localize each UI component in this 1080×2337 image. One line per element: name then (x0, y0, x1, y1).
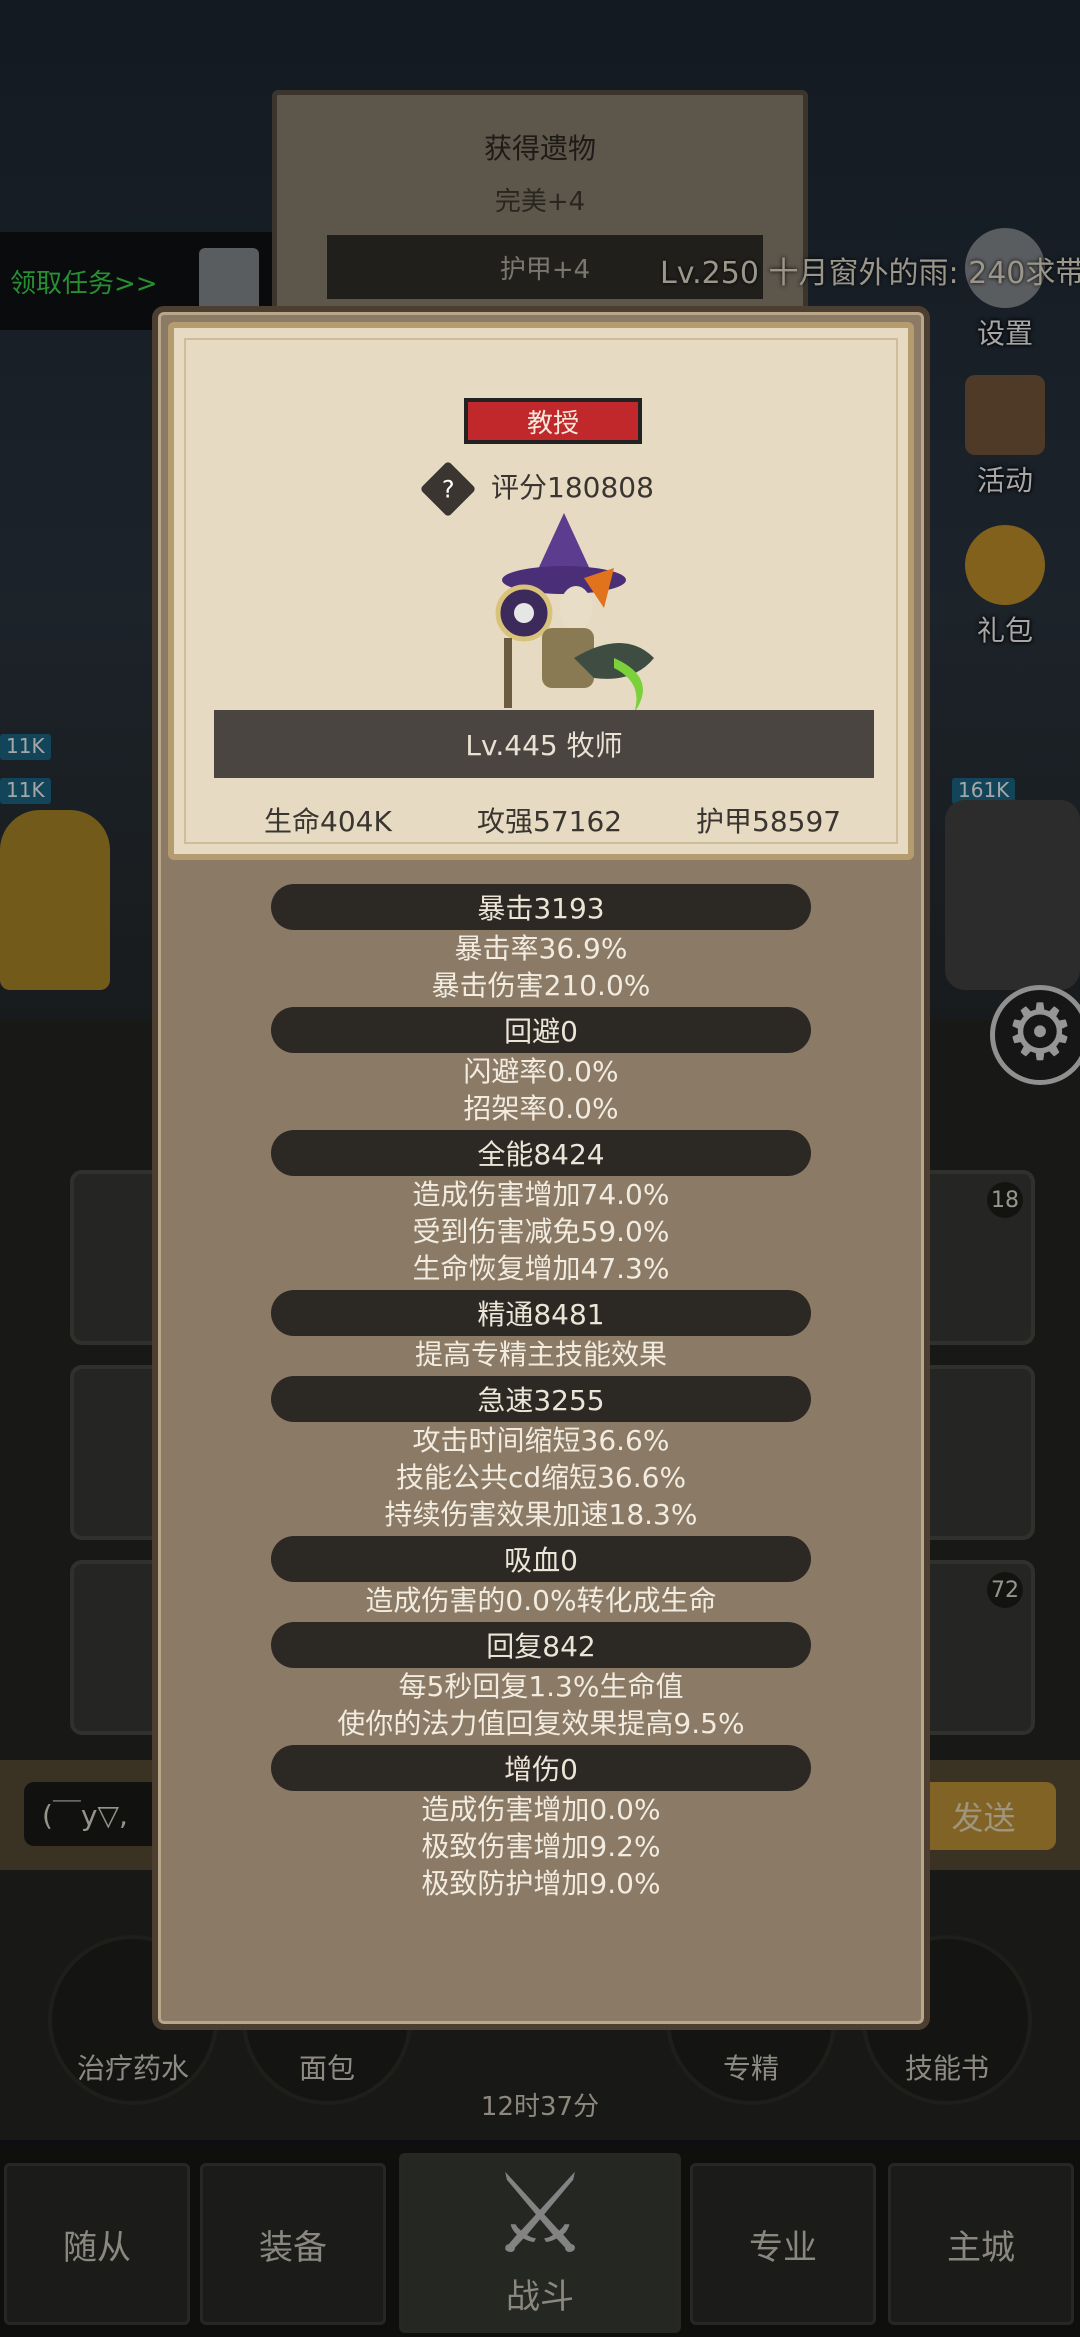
stat-line: 极致伤害增加9.2% (421, 1830, 661, 1863)
stat-header: 暴击3193 (271, 884, 811, 930)
stat-line: 每5秒回复1.3%生命值 (398, 1670, 684, 1703)
stat-group-avoidance: 回避0 闪避率0.0% 招架率0.0% (158, 1007, 924, 1127)
stat-line: 攻击时间缩短36.6% (412, 1424, 670, 1457)
stat-group-versatility: 全能8424 造成伤害增加74.0% 受到伤害减免59.0% 生命恢复增加47.… (158, 1130, 924, 1287)
stat-line: 暴击伤害210.0% (431, 969, 651, 1002)
stat-header: 精通8481 (271, 1290, 811, 1336)
stat-header: 增伤0 (271, 1745, 811, 1791)
stat-line: 提高专精主技能效果 (414, 1338, 667, 1371)
stat-group-mastery: 精通8481 提高专精主技能效果 (158, 1290, 924, 1373)
hero-score: 评分180808 (491, 471, 654, 504)
stat-group-leech: 吸血0 造成伤害的0.0%转化成生命 (158, 1536, 924, 1619)
stat-line: 极致防护增加9.0% (421, 1867, 661, 1900)
stat-group-crit: 暴击3193 暴击率36.9% 暴击伤害210.0% (158, 884, 924, 1004)
stat-line: 受到伤害减免59.0% (412, 1215, 670, 1248)
stat-group-damage-bonus: 增伤0 造成伤害增加0.0% 极致伤害增加9.2% 极致防护增加9.0% (158, 1745, 924, 1902)
score-row: ? 评分180808 (174, 460, 908, 518)
stat-header: 回复842 (271, 1622, 811, 1668)
stat-line: 招架率0.0% (463, 1092, 619, 1125)
hero-hp: 生命404K (264, 805, 392, 838)
hero-attack-power: 攻强57162 (477, 805, 623, 838)
stats-list: 暴击3193 暴击率36.9% 暴击伤害210.0% 回避0 闪避率0.0% 招… (158, 884, 924, 1905)
stat-group-regen: 回复842 每5秒回复1.3%生命值 使你的法力值回复效果提高9.5% (158, 1622, 924, 1742)
stat-header: 急速3255 (271, 1376, 811, 1422)
stat-line: 生命恢复增加47.3% (412, 1252, 670, 1285)
hero-card: 教授 ? 评分180808 Lv.445 牧师 生命404K 攻强57162 护… (168, 322, 914, 860)
hero-avatar (495, 513, 654, 713)
stat-header: 吸血0 (271, 1536, 811, 1582)
stat-line: 使你的法力值回复效果提高9.5% (337, 1707, 745, 1740)
hero-name-bar: Lv.445 牧师 (214, 710, 874, 778)
stat-line: 暴击率36.9% (454, 932, 628, 965)
stat-line: 闪避率0.0% (463, 1055, 619, 1088)
stat-line: 持续伤害效果加速18.3% (384, 1498, 698, 1531)
stat-line: 造成伤害增加74.0% (412, 1178, 670, 1211)
hero-armor: 护甲58597 (696, 805, 842, 838)
stat-header: 全能8424 (271, 1130, 811, 1176)
stat-group-haste: 急速3255 攻击时间缩短36.6% 技能公共cd缩短36.6% 持续伤害效果加… (158, 1376, 924, 1533)
stat-header: 回避0 (271, 1007, 811, 1053)
class-badge: 教授 (464, 398, 642, 444)
stat-line: 造成伤害的0.0%转化成生命 (365, 1584, 717, 1617)
stat-line: 技能公共cd缩短36.6% (395, 1461, 687, 1494)
stat-line: 造成伤害增加0.0% (421, 1793, 661, 1826)
hero-stats-modal: 教授 ? 评分180808 Lv.445 牧师 生命404K 攻强57162 护… (152, 306, 930, 2030)
